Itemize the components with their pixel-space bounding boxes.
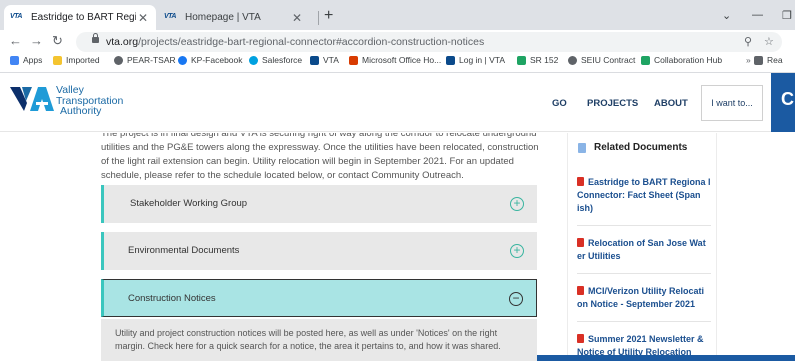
globe-icon [114, 55, 123, 65]
doc-divider [577, 321, 711, 322]
pdf-icon [577, 334, 584, 343]
page-content: The project is in final design and VTA i… [0, 133, 795, 361]
vta-icon [310, 55, 319, 65]
close-tab-icon[interactable]: ✕ [290, 11, 304, 25]
header-search-block[interactable]: C [771, 73, 795, 132]
more-bookmarks-icon[interactable]: » [746, 55, 751, 65]
accordion-environmental-documents[interactable]: Environmental Documents + [101, 232, 537, 270]
bookmark-rea[interactable]: Rea [754, 55, 783, 65]
doc-divider [577, 225, 711, 226]
address-toolbar: ← → ↻ vta.org/projects/eastridge-bart-re… [0, 30, 795, 54]
bookmark-microsoft-office-ho[interactable]: Microsoft Office Ho... [349, 55, 441, 65]
globe-icon [568, 55, 577, 65]
bookmark-vta[interactable]: VTA [310, 55, 339, 65]
bookmark-label: Salesforce [262, 55, 303, 65]
back-icon[interactable]: ← [9, 34, 22, 48]
zoom-icon[interactable]: ⚲ [744, 35, 752, 48]
vta-favicon-icon: VTA [164, 12, 176, 20]
vta-favicon-icon: VTA [10, 12, 22, 20]
nav-go[interactable]: GO [552, 98, 567, 109]
close-tab-icon[interactable]: ✕ [136, 11, 150, 25]
address-bar[interactable]: vta.org/projects/eastridge-bart-regional… [76, 32, 782, 52]
pdf-icon [577, 177, 584, 186]
minimize-icon[interactable]: — [752, 9, 763, 21]
site-header: Valley Transportation Authority GO PROJE… [0, 73, 795, 132]
related-doc-link[interactable]: Relocation of San Jose Wat er Utilities [577, 237, 711, 263]
bookmark-imported[interactable]: Imported [53, 55, 100, 65]
vta-icon [446, 55, 455, 65]
reading-list-icon [754, 55, 763, 65]
drive-icon [517, 55, 526, 65]
drive-icon [641, 55, 650, 65]
salesforce-icon [249, 55, 258, 65]
reload-icon[interactable]: ↻ [52, 34, 63, 48]
vta-logo-icon[interactable] [10, 85, 54, 117]
browser-tab-inactive[interactable]: VTA Homepage | VTA ✕ [158, 5, 310, 30]
bookmark-label: Rea [767, 55, 783, 65]
bookmark-pear-tsar[interactable]: PEAR-TSAR [114, 55, 176, 65]
tab-separator [318, 11, 319, 25]
bookmark-label: VTA [323, 55, 339, 65]
tab-title: Homepage | VTA [185, 12, 261, 23]
facebook-icon [178, 55, 187, 65]
related-documents-heading: Related Documents [578, 142, 687, 153]
folder-icon [53, 55, 62, 65]
nav-about[interactable]: ABOUT [654, 98, 688, 109]
document-icon [578, 142, 586, 153]
bookmark-label: Collaboration Hub [654, 55, 723, 65]
related-doc-link[interactable]: Eastridge to BART Regiona l Connector: F… [577, 176, 711, 215]
bookmark-label: SEIU Contract [581, 55, 636, 65]
nav-projects[interactable]: PROJECTS [587, 98, 638, 109]
bookmark-label: KP-Facebook [191, 55, 243, 65]
bookmark-label: Log in | VTA [459, 55, 505, 65]
browser-tab-bar: VTA Eastridge to BART Regional Conr ✕ VT… [0, 0, 795, 30]
accordion-stakeholder-working-group[interactable]: Stakeholder Working Group + [101, 185, 537, 223]
lock-icon [92, 33, 99, 43]
bookmark-salesforce[interactable]: Salesforce [249, 55, 302, 65]
i-want-to-button[interactable]: I want to... [701, 85, 763, 121]
bookmark-sr-152[interactable]: SR 152 [517, 55, 558, 65]
bookmark-label: Microsoft Office Ho... [362, 55, 442, 65]
bookmark-label: Imported [66, 55, 100, 65]
bookmark-label: SR 152 [530, 55, 559, 65]
maximize-icon[interactable]: ❐ [782, 9, 792, 22]
bookmark-log-in-vta[interactable]: Log in | VTA [446, 55, 505, 65]
accordion-label: Construction Notices [128, 293, 216, 304]
doc-divider [577, 273, 711, 274]
expand-plus-icon[interactable]: + [510, 244, 524, 258]
project-status-text: The project is in final design and VTA i… [101, 133, 539, 181]
apps-icon [10, 55, 19, 65]
construction-notices-body: Utility and project construction notices… [101, 319, 537, 361]
vta-logo-text: Valley Transportation Authority [56, 84, 124, 117]
pdf-icon [577, 238, 584, 247]
bookmark-label: PEAR-TSAR [127, 55, 176, 65]
forward-icon[interactable]: → [30, 34, 43, 48]
collapse-minus-icon[interactable]: − [509, 292, 523, 306]
new-tab-icon[interactable]: + [324, 8, 333, 24]
accordion-construction-notices[interactable]: Construction Notices − [101, 279, 537, 317]
bookmark-label: Apps [23, 55, 43, 65]
office-icon [349, 55, 358, 65]
browser-tab-active[interactable]: VTA Eastridge to BART Regional Conr ✕ [4, 5, 156, 30]
expand-plus-icon[interactable]: + [510, 197, 524, 211]
accordion-label: Stakeholder Working Group [130, 198, 248, 209]
tab-title: Eastridge to BART Regional Conr [31, 12, 136, 23]
accordion-label: Environmental Documents [128, 245, 240, 256]
bookmark-seiu-contract[interactable]: SEIU Contract [568, 55, 635, 65]
bookmark-collaboration-hub[interactable]: Collaboration Hub [641, 55, 722, 65]
url-text: vta.org/projects/eastridge-bart-regional… [106, 36, 485, 48]
bookmark-kp-facebook[interactable]: KP-Facebook [178, 55, 243, 65]
related-doc-link[interactable]: MCI/Verizon Utility Relocati on Notice -… [577, 285, 711, 311]
bookmarks-bar: Apps Imported PEAR-TSAR KP-Facebook Salesfor… [0, 54, 795, 68]
pdf-icon [577, 286, 584, 295]
bookmark-star-icon[interactable]: ☆ [764, 35, 774, 48]
tab-search-icon[interactable]: ⌄ [722, 9, 731, 22]
blue-footer-bar [537, 355, 795, 361]
bookmark-apps[interactable]: Apps [10, 55, 42, 65]
